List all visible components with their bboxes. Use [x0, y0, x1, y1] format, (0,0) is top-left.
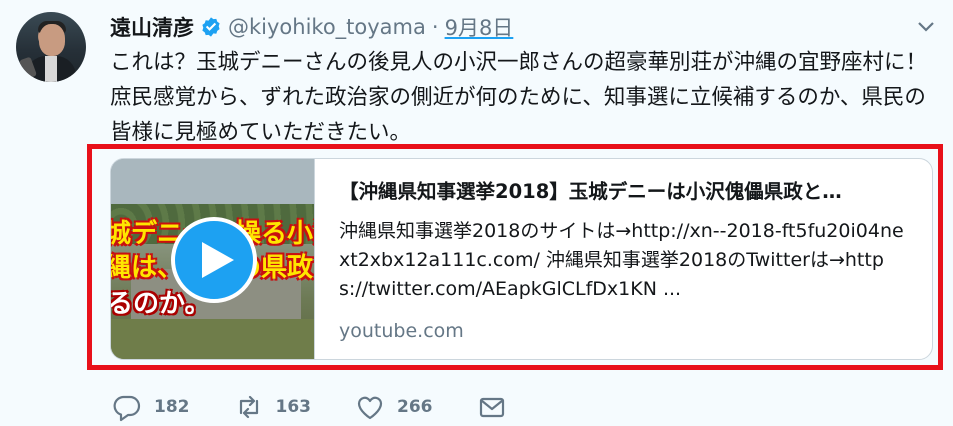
video-thumbnail[interactable]: 城デニーを操る小沢一 縄は、小沢の県政と るのか。	[111, 159, 315, 359]
card-description: 沖縄県知事選挙2018のサイトは→http://xn--2018-ft5fu20…	[339, 220, 904, 300]
card-domain: youtube.com	[339, 320, 464, 342]
tweet-text: これは？玉城デニーさんの後見人の小沢一郎さんの超豪華別荘が沖縄の宜野座村に！庶民…	[110, 50, 928, 145]
tweet-actions: 182 163 266	[112, 392, 551, 422]
play-icon[interactable]	[171, 217, 257, 303]
reply-count: 182	[154, 397, 190, 417]
avatar[interactable]	[16, 12, 86, 82]
tweet-date-link[interactable]: 9月8日	[445, 12, 514, 42]
author-name[interactable]: 遠山清彦	[110, 12, 194, 42]
like-count: 266	[397, 397, 433, 417]
separator-dot: ·	[431, 15, 439, 39]
verified-badge-icon	[200, 16, 222, 38]
reply-icon	[113, 395, 141, 422]
retweet-icon	[239, 395, 258, 419]
card-text: 【沖縄県知事選挙2018】玉城デニーは小沢傀儡県政と… 沖縄県知事選挙2018の…	[315, 159, 932, 359]
reply-button[interactable]: 182	[112, 392, 190, 422]
retweet-count: 163	[275, 397, 312, 417]
card-title[interactable]: 【沖縄県知事選挙2018】玉城デニーは小沢傀儡県政と…	[339, 179, 908, 205]
heart-icon	[357, 396, 383, 420]
like-button[interactable]: 266	[355, 392, 433, 422]
envelope-icon	[479, 397, 504, 418]
message-button[interactable]	[477, 392, 507, 422]
chevron-down-icon[interactable]	[917, 18, 935, 36]
author-handle[interactable]: @kiyohiko_toyama	[228, 15, 426, 39]
tweet-header: 遠山清彦 @kiyohiko_toyama · 9月8日	[110, 12, 513, 42]
retweet-button[interactable]: 163	[234, 392, 312, 422]
link-card[interactable]: 城デニーを操る小沢一 縄は、小沢の県政と るのか。 【沖縄県知事選挙2018】玉…	[110, 158, 933, 360]
